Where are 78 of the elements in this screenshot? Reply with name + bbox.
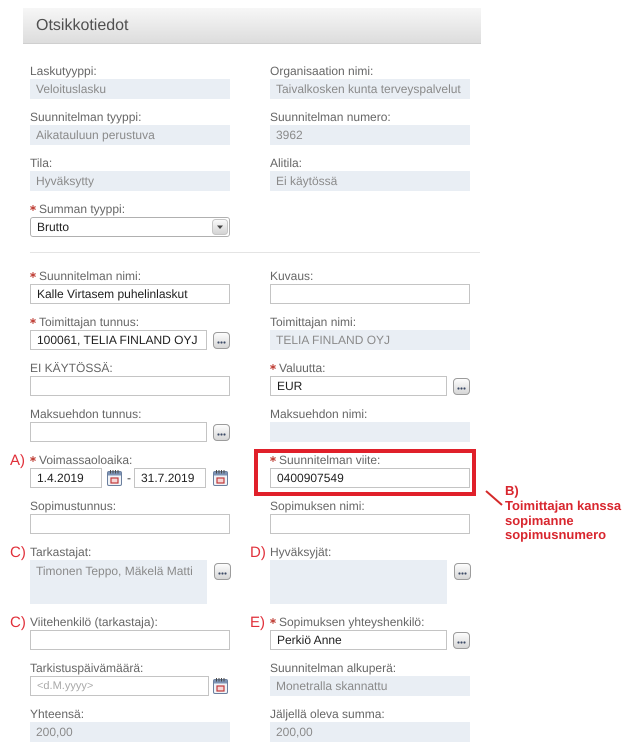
browse-button[interactable] bbox=[213, 332, 230, 348]
ellipsis-icon[interactable] bbox=[458, 572, 467, 575]
field-label: Tila: bbox=[30, 156, 52, 171]
field-label: Kuvaus: bbox=[270, 269, 314, 284]
input-field[interactable]: 0400907549 bbox=[270, 468, 470, 488]
readonly-field: Ei käytössä bbox=[270, 171, 470, 191]
input-field[interactable] bbox=[30, 514, 230, 534]
ellipsis-icon[interactable] bbox=[457, 386, 466, 390]
browse-button[interactable] bbox=[214, 563, 231, 580]
readonly-field: Aikatauluun perustuva bbox=[30, 125, 230, 145]
input-field[interactable] bbox=[30, 630, 230, 650]
field-label: Viitehenkilö (tarkastaja): bbox=[30, 615, 158, 630]
section-title: Otsikkotiedot bbox=[36, 16, 128, 34]
field-label: Alitila: bbox=[270, 156, 302, 171]
field-label: Suunnitelman nimi: bbox=[39, 269, 142, 284]
input-field[interactable]: Kalle Virtasem puhelinlaskut bbox=[30, 284, 230, 304]
caret-icon[interactable] bbox=[212, 219, 228, 235]
field-label: Toimittajan nimi: bbox=[270, 315, 356, 330]
field-label: Toimittajan tunnus: bbox=[39, 315, 140, 330]
leader-line bbox=[485, 490, 503, 506]
input-field[interactable] bbox=[270, 514, 470, 534]
input-field[interactable] bbox=[30, 376, 230, 396]
ellipsis-icon[interactable] bbox=[218, 572, 227, 575]
select-field[interactable]: Brutto bbox=[30, 217, 230, 237]
range-separator: - bbox=[127, 470, 131, 487]
field-label: Suunnitelman numero: bbox=[270, 110, 391, 125]
readonly-field: Timonen Teppo, Mäkelä Matti bbox=[30, 560, 207, 604]
annotation-marker: E) bbox=[250, 615, 265, 630]
annotation-note: Toimittajan kanssa sopimanne sopimusnumero bbox=[505, 499, 622, 542]
readonly-field: Taivalkosken kunta terveyspalvelut bbox=[270, 79, 470, 99]
annotation-marker: D) bbox=[250, 545, 266, 560]
field-label: Maksuehdon tunnus: bbox=[30, 407, 142, 422]
field-label: Maksuehdon nimi: bbox=[270, 407, 368, 422]
field-label: Laskutyyppi: bbox=[30, 64, 97, 79]
browse-button[interactable] bbox=[453, 632, 470, 648]
ellipsis-icon[interactable] bbox=[217, 340, 226, 344]
field-label: Sopimuksen yhteyshenkilö: bbox=[279, 615, 424, 630]
input-field[interactable]: 100061, TELIA FINLAND OYJ bbox=[30, 330, 207, 350]
input-field[interactable]: Perkiö Anne bbox=[270, 630, 447, 650]
field-label: Suunnitelman tyyppi: bbox=[30, 110, 142, 125]
readonly-field: TELIA FINLAND OYJ bbox=[270, 330, 470, 350]
ellipsis-icon[interactable] bbox=[217, 432, 226, 436]
readonly-field: Monetralla skannattu bbox=[270, 676, 470, 696]
field-label: Sopimuksen nimi: bbox=[270, 499, 365, 514]
date-field[interactable]: 31.7.2019 bbox=[134, 468, 206, 488]
readonly-field: 200,00 bbox=[30, 722, 230, 742]
field-label: Voimassaoloaika: bbox=[39, 453, 132, 468]
field-label: Organisaation nimi: bbox=[270, 64, 374, 79]
readonly-field: 200,00 bbox=[270, 722, 470, 742]
browse-button[interactable] bbox=[213, 424, 230, 440]
readonly-field: Veloituslasku bbox=[30, 79, 230, 99]
field-label: Suunnitelman alkuperä: bbox=[270, 661, 396, 676]
field-label: Tarkistuspäivämäärä: bbox=[30, 661, 144, 676]
browse-button[interactable] bbox=[453, 378, 470, 394]
ellipsis-icon[interactable] bbox=[457, 640, 466, 644]
input-field[interactable]: EUR bbox=[270, 376, 447, 396]
field-label: Yhteensä: bbox=[30, 707, 84, 722]
annotation-marker: A) bbox=[10, 453, 25, 468]
calendar-icon[interactable] bbox=[213, 470, 228, 486]
annotation-marker: C) bbox=[10, 615, 26, 630]
field-label: Tarkastajat: bbox=[30, 545, 92, 560]
field-label: Sopimustunnus: bbox=[30, 499, 116, 514]
field-label: EI KÄYTÖSSÄ: bbox=[30, 361, 113, 376]
date-field[interactable]: 1.4.2019 bbox=[30, 468, 102, 488]
field-label: Valuutta: bbox=[279, 361, 326, 376]
readonly-field: Hyväksytty bbox=[30, 171, 230, 191]
input-field[interactable] bbox=[30, 422, 207, 442]
field-label: Suunnitelman viite: bbox=[279, 453, 380, 468]
annotation-marker: C) bbox=[10, 545, 26, 560]
annotation-marker: B) bbox=[505, 483, 519, 499]
calendar-icon[interactable] bbox=[107, 470, 122, 486]
readonly-field: 3962 bbox=[270, 125, 470, 145]
calendar-icon[interactable] bbox=[213, 678, 228, 694]
field-label: Summan tyyppi: bbox=[39, 202, 126, 217]
field-label: Jäljellä oleva summa: bbox=[270, 707, 385, 722]
input-field[interactable] bbox=[270, 284, 470, 304]
field-label: Hyväksyjät: bbox=[270, 545, 332, 560]
browse-button[interactable] bbox=[454, 563, 471, 580]
